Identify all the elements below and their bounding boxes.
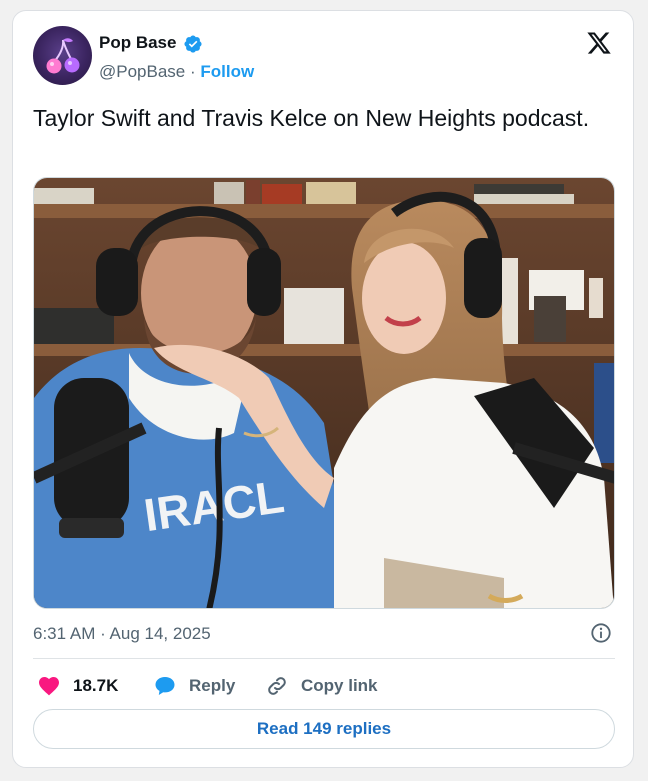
reply-button[interactable]: Reply	[153, 673, 235, 699]
author-handle-line: @PopBase · Follow	[99, 62, 254, 82]
verified-badge-icon	[184, 35, 202, 53]
podcast-photo-image: IRACL	[34, 178, 614, 608]
tweet-timestamp[interactable]: 6:31 AM · Aug 14, 2025	[33, 624, 211, 644]
heart-icon	[39, 677, 59, 696]
author-name[interactable]: Pop Base	[99, 33, 176, 53]
tweet-photo[interactable]: IRACL	[33, 177, 615, 609]
follow-button[interactable]: Follow	[200, 62, 254, 81]
copy-link-label: Copy link	[301, 676, 378, 695]
divider	[33, 658, 615, 659]
reply-bubble-icon	[155, 677, 175, 695]
separator-dot: ·	[190, 62, 196, 81]
reply-label: Reply	[189, 676, 236, 695]
copy-link-button[interactable]: Copy link	[265, 673, 378, 699]
tweet-text: Taylor Swift and Travis Kelce on New Hei…	[33, 105, 590, 131]
info-icon[interactable]	[590, 622, 612, 644]
tweet-card: Pop Base @PopBase · Follow Taylor Swift …	[12, 10, 634, 768]
cherry-avatar-icon	[46, 38, 80, 74]
author-avatar[interactable]	[33, 26, 92, 85]
x-logo-icon[interactable]	[585, 30, 613, 56]
like-button[interactable]: 18.7K	[37, 673, 118, 699]
read-replies-button[interactable]: Read 149 replies	[33, 709, 615, 749]
author-handle[interactable]: @PopBase	[99, 62, 185, 81]
link-icon	[268, 677, 286, 695]
like-count: 18.7K	[73, 676, 119, 695]
